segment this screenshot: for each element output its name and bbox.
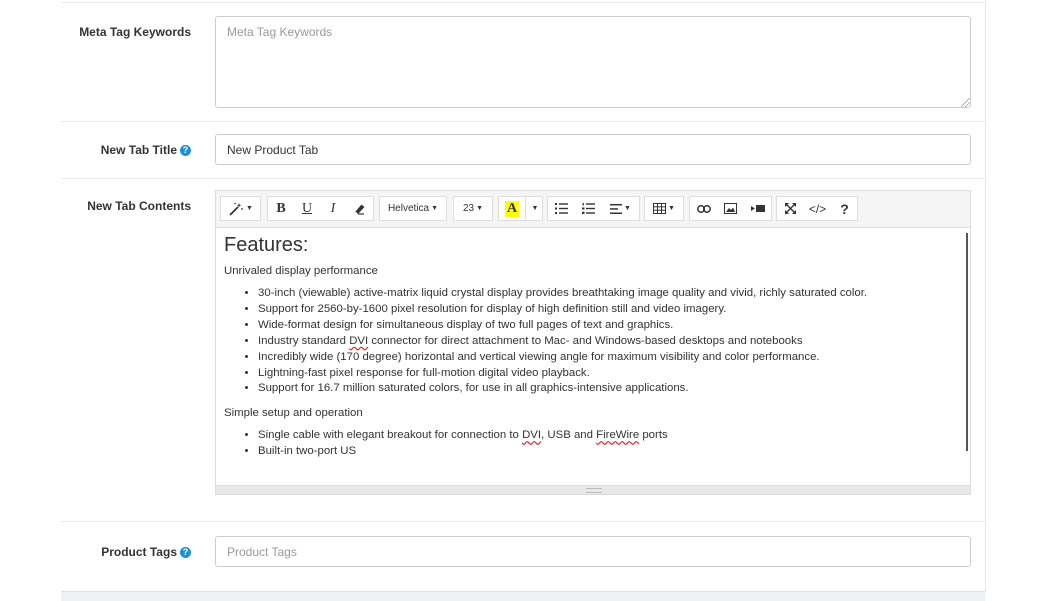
list-item: Built-in two-port US [258, 444, 962, 460]
ordered-list-button[interactable] [575, 197, 602, 220]
list-item: Industry standard DVI connector for dire… [258, 334, 962, 350]
chevron-down-icon: ▼ [246, 205, 253, 212]
divider [61, 178, 985, 179]
new-tab-contents-label: New Tab Contents [87, 199, 191, 213]
list-item: Incredibly wide (170 degree) horizontal … [258, 350, 962, 366]
paragraph-group: ▼ [547, 196, 640, 221]
link-icon [696, 204, 711, 213]
spellcheck-word: DVI [522, 429, 542, 442]
product-tags-label: Product Tags? [61, 545, 191, 559]
italic-button[interactable]: I [320, 197, 346, 220]
font-size-dropdown[interactable]: 23 ▼ [453, 196, 493, 221]
feature-list: Single cable with elegant breakout for c… [224, 428, 962, 460]
resize-grip-icon[interactable] [961, 98, 970, 107]
font-family-value: Helvetica [387, 203, 430, 214]
product-tags-label-text: Product Tags [101, 545, 177, 559]
question-circle-icon[interactable]: ? [180, 547, 191, 558]
divider [61, 521, 985, 522]
text-color-icon: A [504, 200, 520, 217]
fullscreen-button[interactable] [777, 197, 803, 220]
new-tab-title-label: New Tab Title? [61, 143, 191, 157]
underline-button[interactable]: U [294, 197, 320, 220]
unordered-list-button[interactable] [548, 197, 575, 220]
list-item: Support for 16.7 million saturated color… [258, 381, 962, 397]
view-group: </> ? [776, 196, 858, 221]
content-paragraph: Simple setup and operation [224, 407, 363, 420]
content-heading: Features: [224, 234, 309, 256]
insert-group [689, 196, 772, 221]
picture-icon [724, 203, 737, 214]
font-family-dropdown[interactable]: Helvetica ▼ [379, 196, 447, 221]
editor-resize-bar[interactable] [216, 485, 970, 494]
new-tab-title-label-text: New Tab Title [100, 143, 177, 157]
table-dropdown-button[interactable]: ▼ [644, 196, 684, 221]
editor-toolbar: ▼ B U I Helvetica ▼ 23 ▼ A ▼ ▼ ▼ </> ? [216, 191, 970, 228]
new-tab-title-input[interactable] [215, 134, 971, 165]
question-circle-icon[interactable]: ? [180, 145, 191, 156]
bold-button[interactable]: B [268, 197, 294, 220]
font-size-value: 23 [462, 203, 475, 214]
meta-keywords-textarea[interactable] [215, 16, 971, 108]
font-style-group: B U I [267, 196, 374, 221]
feature-list: 30-inch (viewable) active-matrix liquid … [224, 286, 962, 397]
clear-format-button[interactable] [346, 197, 373, 220]
color-dropdown-button[interactable]: ▼ [525, 197, 542, 220]
product-tags-input[interactable] [215, 536, 971, 567]
editor-scrollbar[interactable] [966, 233, 968, 451]
spellcheck-word: FireWire [596, 429, 640, 442]
style-dropdown-button[interactable]: ▼ [220, 196, 261, 221]
divider [61, 121, 985, 122]
table-icon [653, 203, 667, 214]
chevron-down-icon: ▼ [476, 205, 484, 212]
list-item: Lightning-fast pixel response for full-m… [258, 366, 962, 382]
editor-content[interactable]: Features: Unrivaled display performance … [216, 228, 970, 486]
list-ul-icon [555, 203, 568, 214]
magic-wand-icon [229, 202, 243, 216]
expand-icon [784, 203, 796, 214]
video-icon [750, 205, 765, 212]
chevron-down-icon: ▼ [668, 205, 675, 212]
paragraph-align-dropdown[interactable]: ▼ [602, 197, 639, 220]
list-item: Support for 2560-by-1600 pixel resolutio… [258, 302, 962, 318]
content-paragraph: Unrivaled display performance [224, 265, 378, 277]
insert-video-button[interactable] [744, 197, 771, 220]
insert-picture-button[interactable] [717, 197, 744, 220]
align-left-icon [610, 203, 623, 214]
chevron-down-icon: ▼ [531, 205, 539, 212]
chevron-down-icon: ▼ [624, 205, 631, 212]
divider [61, 2, 985, 3]
color-group: A ▼ [498, 196, 543, 221]
list-item: Single cable with elegant breakout for c… [258, 428, 962, 444]
eraser-icon [355, 204, 364, 215]
insert-link-button[interactable] [690, 197, 717, 220]
chevron-down-icon: ▼ [431, 205, 439, 212]
list-item: Wide-format design for simultaneous disp… [258, 318, 962, 334]
list-item: 30-inch (viewable) active-matrix liquid … [258, 286, 962, 302]
spellcheck-word: DVI [349, 334, 369, 347]
code-view-button[interactable]: </> [803, 197, 832, 220]
meta-keywords-label: Meta Tag Keywords [79, 25, 191, 39]
resize-handle-icon[interactable] [586, 488, 602, 493]
help-button[interactable]: ? [832, 197, 857, 220]
list-ol-icon [582, 203, 595, 214]
text-color-button[interactable]: A [499, 197, 525, 220]
rich-text-editor: ▼ B U I Helvetica ▼ 23 ▼ A ▼ ▼ ▼ </> ? F… [215, 190, 971, 495]
